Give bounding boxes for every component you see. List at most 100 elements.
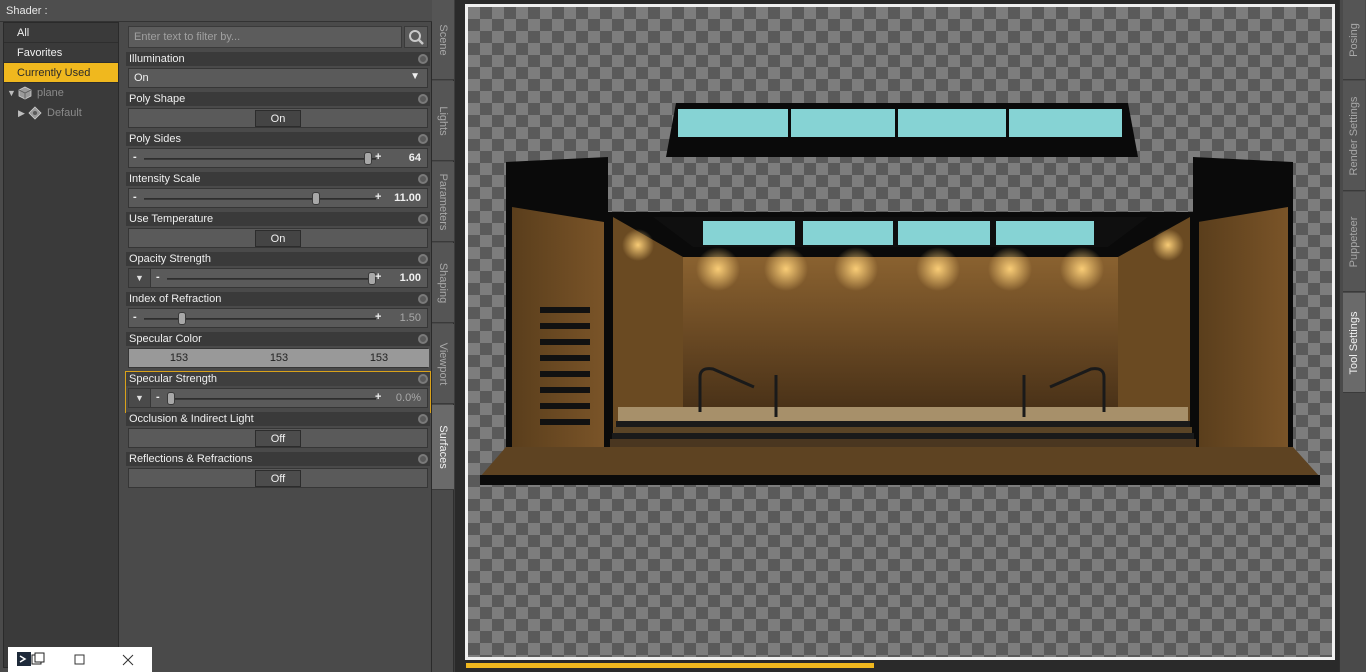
image-map-button[interactable]: ▼ (129, 389, 151, 407)
chevron-down-icon: ▼ (410, 71, 420, 82)
slider-value[interactable]: 0.0% (396, 392, 421, 404)
slider-track[interactable] (144, 198, 376, 200)
specular-color-swatch[interactable]: 153 153 153 (128, 348, 429, 368)
increment-icon[interactable]: + (375, 271, 381, 283)
gear-icon[interactable] (418, 294, 428, 304)
tab-label: Shaping (437, 262, 449, 303)
tab-label: Posing (1348, 22, 1360, 57)
expand-down-icon[interactable]: ▼ (7, 83, 16, 103)
illumination-dropdown[interactable]: On ▼ (128, 68, 428, 88)
tab-surfaces[interactable]: Surfaces (432, 405, 454, 490)
gear-icon[interactable] (418, 334, 428, 344)
properties-panel: Illumination On ▼ Poly Shape On Poly Sid… (125, 22, 432, 672)
prop-label-text: Index of Refraction (129, 293, 222, 305)
image-map-button[interactable]: ▼ (129, 269, 151, 287)
prop-opacity-strength: Opacity Strength ▼ - + 1.00 (126, 252, 430, 292)
tree-node-plane[interactable]: ▼ plane (4, 83, 118, 103)
increment-icon[interactable]: + (375, 151, 381, 163)
filter-favorites[interactable]: Favorites (4, 43, 118, 63)
prop-poly-sides: Poly Sides - + 64 (126, 132, 430, 172)
tree-label-default: Default (47, 107, 82, 119)
window-controls (8, 647, 152, 672)
tab-shaping[interactable]: Shaping (432, 243, 454, 323)
expand-right-icon[interactable]: ▶ (18, 103, 25, 123)
occlusion-toggle[interactable]: Off (255, 430, 301, 447)
tab-render-settings[interactable]: Render Settings (1343, 81, 1365, 191)
slider-track[interactable] (167, 278, 376, 280)
gear-icon[interactable] (418, 134, 428, 144)
opacity-strength-slider[interactable]: ▼ - + 1.00 (128, 268, 428, 288)
tab-scene[interactable]: Scene (432, 0, 454, 80)
slider-handle[interactable] (167, 392, 175, 405)
tab-posing[interactable]: Posing (1343, 0, 1365, 80)
tab-viewport[interactable]: Viewport (432, 324, 454, 404)
slider-value[interactable]: 64 (409, 152, 421, 164)
gear-icon[interactable] (418, 54, 428, 64)
tab-label: Surfaces (437, 425, 449, 469)
poly-sides-slider[interactable]: - + 64 (128, 148, 428, 168)
app-window: Shader : All Favorites Currently Used ▼ … (0, 0, 1366, 672)
reflections-toggle[interactable]: Off (255, 470, 301, 487)
slider-value[interactable]: 1.00 (400, 272, 421, 284)
filter-all[interactable]: All (4, 23, 118, 43)
color-green-value[interactable]: 153 (229, 349, 329, 367)
slider-handle[interactable] (312, 192, 320, 205)
decrement-icon[interactable]: - (156, 271, 160, 283)
decrement-icon[interactable]: - (133, 191, 137, 203)
search-button[interactable] (404, 26, 428, 48)
prop-body: On (128, 108, 428, 128)
color-red-value[interactable]: 153 (129, 349, 229, 367)
slider-value[interactable]: 1.50 (400, 312, 421, 324)
slider-track[interactable] (144, 158, 376, 160)
decrement-icon[interactable]: - (156, 391, 160, 403)
filter-input[interactable] (128, 26, 402, 48)
close-button[interactable] (104, 647, 152, 672)
prop-label-text: Reflections & Refractions (129, 453, 253, 465)
prop-use-temperature: Use Temperature On (126, 212, 430, 252)
slider-handle[interactable] (363, 152, 372, 165)
tab-label: Puppeteer (1348, 216, 1360, 267)
increment-icon[interactable]: + (375, 311, 381, 323)
dropdown-value: On (134, 72, 149, 84)
decrement-icon[interactable]: - (133, 311, 137, 323)
gear-icon[interactable] (418, 454, 428, 464)
specular-strength-slider[interactable]: ▼ - + 0.0% (128, 388, 428, 408)
gear-icon[interactable] (418, 374, 428, 384)
prop-label-text: Opacity Strength (129, 253, 211, 265)
gear-icon[interactable] (418, 254, 428, 264)
render-viewport[interactable] (465, 4, 1335, 660)
tab-label: Parameters (437, 173, 449, 230)
prop-label-text: Illumination (129, 53, 185, 65)
intensity-scale-slider[interactable]: - + 11.00 (128, 188, 428, 208)
gear-icon[interactable] (418, 94, 428, 104)
gear-icon[interactable] (418, 214, 428, 224)
filter-row (126, 26, 430, 48)
maximize-button[interactable] (56, 647, 104, 672)
tab-puppeteer[interactable]: Puppeteer (1343, 192, 1365, 292)
index-of-refraction-slider[interactable]: - + 1.50 (128, 308, 428, 328)
use-temperature-toggle[interactable]: On (255, 230, 301, 247)
slider-value[interactable]: 11.00 (394, 192, 421, 204)
prop-label-text: Use Temperature (129, 213, 214, 225)
tree-node-default[interactable]: ▶ Default (4, 103, 118, 123)
prop-label: Poly Sides (126, 132, 430, 146)
decrement-icon[interactable]: - (133, 151, 137, 163)
increment-icon[interactable]: + (375, 391, 381, 403)
tab-parameters[interactable]: Parameters (432, 162, 454, 242)
prop-label: Reflections & Refractions (126, 452, 430, 466)
slider-track[interactable] (167, 398, 376, 400)
prop-illumination: Illumination On ▼ (126, 52, 430, 92)
prop-label-text: Intensity Scale (129, 173, 201, 185)
gear-icon[interactable] (418, 414, 428, 424)
app-switch-button[interactable] (8, 647, 56, 672)
poly-shape-toggle[interactable]: On (255, 110, 301, 127)
filter-currently-used[interactable]: Currently Used (4, 63, 118, 83)
increment-icon[interactable]: + (375, 191, 381, 203)
tab-lights[interactable]: Lights (432, 81, 454, 161)
color-blue-value[interactable]: 153 (329, 349, 429, 367)
tab-tool-settings[interactable]: Tool Settings (1343, 293, 1365, 393)
maximize-icon (74, 654, 85, 665)
tab-label: Lights (437, 105, 449, 136)
slider-handle[interactable] (177, 312, 186, 325)
gear-icon[interactable] (418, 174, 428, 184)
